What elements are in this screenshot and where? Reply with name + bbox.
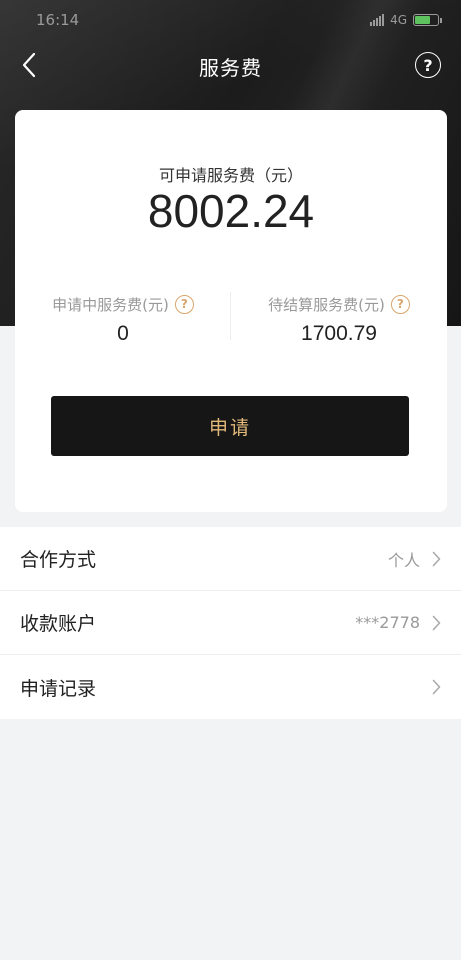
settings-menu: 合作方式 个人 收款账户 ***2778 申请记录 <box>0 527 461 719</box>
pending-fee-label: 申请中服务费(元) <box>52 295 169 314</box>
navigation-bar: 服务费 ? <box>0 40 461 92</box>
signal-icon <box>370 14 385 26</box>
menu-item-value: ***2778 <box>355 613 420 632</box>
fee-stats: 申请中服务费(元) ? 0 待结算服务费(元) ? 1700.79 <box>15 292 447 352</box>
menu-item-cooperation-mode[interactable]: 合作方式 个人 <box>0 527 461 591</box>
unsettled-fee-stat: 待结算服务费(元) ? 1700.79 <box>231 292 447 346</box>
back-button[interactable] <box>14 50 44 80</box>
available-fee-label: 可申请服务费（元） <box>158 166 303 185</box>
status-bar: 16:14 4G <box>0 0 461 40</box>
menu-item-label: 收款账户 <box>20 613 97 635</box>
status-time: 16:14 <box>36 11 80 29</box>
unsettled-fee-help-icon[interactable]: ? <box>390 294 410 314</box>
menu-item-value: 个人 <box>387 550 420 570</box>
pending-fee-amount: 0 <box>117 322 129 345</box>
service-fee-card: 可申请服务费（元） 8002.24 申请中服务费(元) ? 0 待结算服务费(元… <box>15 110 447 512</box>
available-fee-amount: 8002.24 <box>147 185 315 237</box>
unsettled-fee-label: 待结算服务费(元) <box>268 295 385 314</box>
chevron-right-icon <box>432 551 441 567</box>
chevron-right-icon <box>432 679 441 695</box>
menu-item-label: 申请记录 <box>20 677 97 700</box>
network-type: 4G <box>390 13 407 27</box>
battery-icon <box>413 14 442 26</box>
apply-button[interactable]: 申请 <box>51 396 409 456</box>
chevron-left-icon <box>22 52 36 78</box>
help-icon: ? <box>423 55 433 75</box>
page-title: 服务费 <box>199 55 262 80</box>
status-indicators: 4G <box>370 13 442 27</box>
pending-fee-help-icon[interactable]: ? <box>174 294 194 314</box>
unsettled-fee-amount: 1700.79 <box>301 322 377 345</box>
menu-item-label: 合作方式 <box>20 549 97 571</box>
chevron-right-icon <box>432 615 441 631</box>
help-button[interactable]: ? <box>415 52 441 78</box>
pending-fee-stat: 申请中服务费(元) ? 0 <box>15 292 231 346</box>
menu-item-payee-account[interactable]: 收款账户 ***2778 <box>0 591 461 655</box>
menu-item-application-records[interactable]: 申请记录 <box>0 655 461 719</box>
